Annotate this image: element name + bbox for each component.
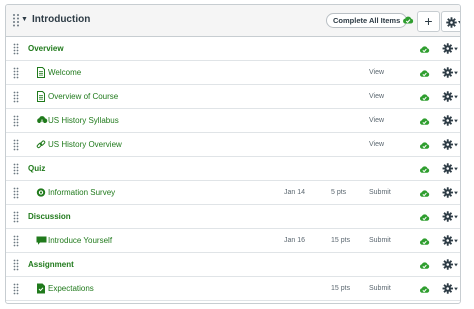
complete-all-items-button[interactable]: Complete All Items [326, 13, 408, 28]
subheader-row-assignment[interactable]: Assignment [6, 253, 460, 277]
drag-handle-icon[interactable] [13, 43, 19, 55]
collapse-toggle-icon[interactable]: ▼ [21, 16, 28, 23]
requirement-label: Submit [369, 285, 391, 292]
survey-icon [36, 187, 46, 198]
due-date: Jan 14 [284, 189, 306, 196]
gear-icon[interactable] [442, 235, 459, 248]
subheader-row-quiz[interactable]: Quiz [6, 157, 460, 181]
gear-icon [446, 17, 457, 28]
module-item-row-overview-of-course[interactable]: Overview of Course View [6, 85, 460, 109]
add-item-button[interactable]: + [417, 11, 440, 32]
item-title-link[interactable]: Expectations [48, 284, 94, 293]
subheader-label: Assignment [28, 260, 74, 269]
published-cloud-icon[interactable] [419, 164, 430, 177]
drag-handle-icon[interactable] [13, 115, 19, 127]
points: 15 pts [331, 285, 351, 292]
drag-handle-icon[interactable] [13, 91, 19, 103]
assignment-icon [36, 283, 46, 294]
published-cloud-icon[interactable] [419, 92, 430, 105]
published-cloud-icon[interactable] [419, 140, 430, 153]
item-title-link[interactable]: Welcome [48, 68, 81, 77]
subheader-label: Quiz [28, 164, 46, 173]
discussion-icon [36, 235, 47, 246]
drag-handle-icon[interactable] [13, 187, 19, 199]
gear-icon[interactable] [442, 283, 459, 296]
gear-icon[interactable] [442, 67, 459, 80]
drag-handle-icon[interactable] [13, 283, 19, 295]
drag-handle-icon[interactable] [13, 163, 19, 175]
published-cloud-icon[interactable] [402, 14, 414, 26]
chevron-down-icon [458, 21, 460, 24]
gear-icon[interactable] [442, 91, 459, 104]
points: 5 pts [331, 189, 347, 196]
module-item-row-us-history-syllabus[interactable]: US History Syllabus View [6, 109, 460, 133]
drag-handle-icon[interactable] [13, 67, 19, 79]
requirement-label: View [369, 69, 385, 76]
requirement-label: Submit [369, 189, 391, 196]
module-item-row-expectations[interactable]: Expectations 15 pts Submit [6, 277, 460, 301]
gear-icon[interactable] [442, 115, 459, 128]
module-header: ▼ Introduction Complete All Items + [6, 5, 460, 37]
subheader-row-discussion[interactable]: Discussion [6, 205, 460, 229]
gear-icon[interactable] [442, 139, 459, 152]
gear-icon[interactable] [442, 259, 459, 272]
published-cloud-icon[interactable] [419, 44, 430, 57]
requirement-label: View [369, 117, 385, 124]
item-title-link[interactable]: US History Overview [48, 140, 122, 149]
gear-icon[interactable] [442, 187, 459, 200]
page-icon [36, 67, 46, 78]
module-settings-button[interactable] [441, 11, 460, 32]
drag-handle-icon[interactable] [13, 139, 19, 151]
drag-handle-icon[interactable] [13, 211, 19, 223]
module-item-row-introduce-yourself[interactable]: Introduce Yourself Jan 16 15 pts Submit [6, 229, 460, 253]
drag-handle-icon[interactable] [13, 235, 19, 247]
published-cloud-icon[interactable] [419, 68, 430, 81]
published-cloud-icon[interactable] [419, 212, 430, 225]
module-item-row-welcome[interactable]: Welcome View [6, 61, 460, 85]
drag-handle-icon[interactable] [13, 259, 19, 271]
drag-handle-icon[interactable] [12, 13, 20, 27]
item-title-link[interactable]: Information Survey [48, 188, 115, 197]
points: 15 pts [331, 237, 351, 244]
published-cloud-icon[interactable] [419, 236, 430, 249]
published-cloud-icon[interactable] [419, 188, 430, 201]
gear-icon[interactable] [442, 163, 459, 176]
subheader-label: Discussion [28, 212, 71, 221]
published-cloud-icon[interactable] [419, 260, 430, 273]
requirement-label: Submit [369, 237, 391, 244]
published-cloud-icon[interactable] [419, 284, 430, 297]
gear-icon[interactable] [442, 43, 459, 56]
link-icon [36, 139, 46, 150]
requirement-label: View [369, 93, 385, 100]
module-item-row-information-survey[interactable]: Information Survey Jan 14 5 pts Submit [6, 181, 460, 205]
published-cloud-icon[interactable] [419, 116, 430, 129]
subheader-label: Overview [28, 44, 64, 53]
page-icon [36, 91, 46, 102]
item-title-link[interactable]: Introduce Yourself [48, 236, 112, 245]
item-title-link[interactable]: US History Syllabus [48, 116, 119, 125]
gear-icon[interactable] [442, 211, 459, 224]
subheader-row-overview[interactable]: Overview [6, 37, 460, 61]
due-date: Jan 16 [284, 237, 306, 244]
plus-icon: + [424, 13, 433, 29]
module-item-row-us-history-overview[interactable]: US History Overview View [6, 133, 460, 157]
module-container: ▼ Introduction Complete All Items + Over… [5, 4, 461, 304]
cloud-download-icon [36, 115, 48, 126]
module-title: Introduction [32, 14, 91, 25]
requirement-label: View [369, 141, 385, 148]
item-title-link[interactable]: Overview of Course [48, 92, 118, 101]
